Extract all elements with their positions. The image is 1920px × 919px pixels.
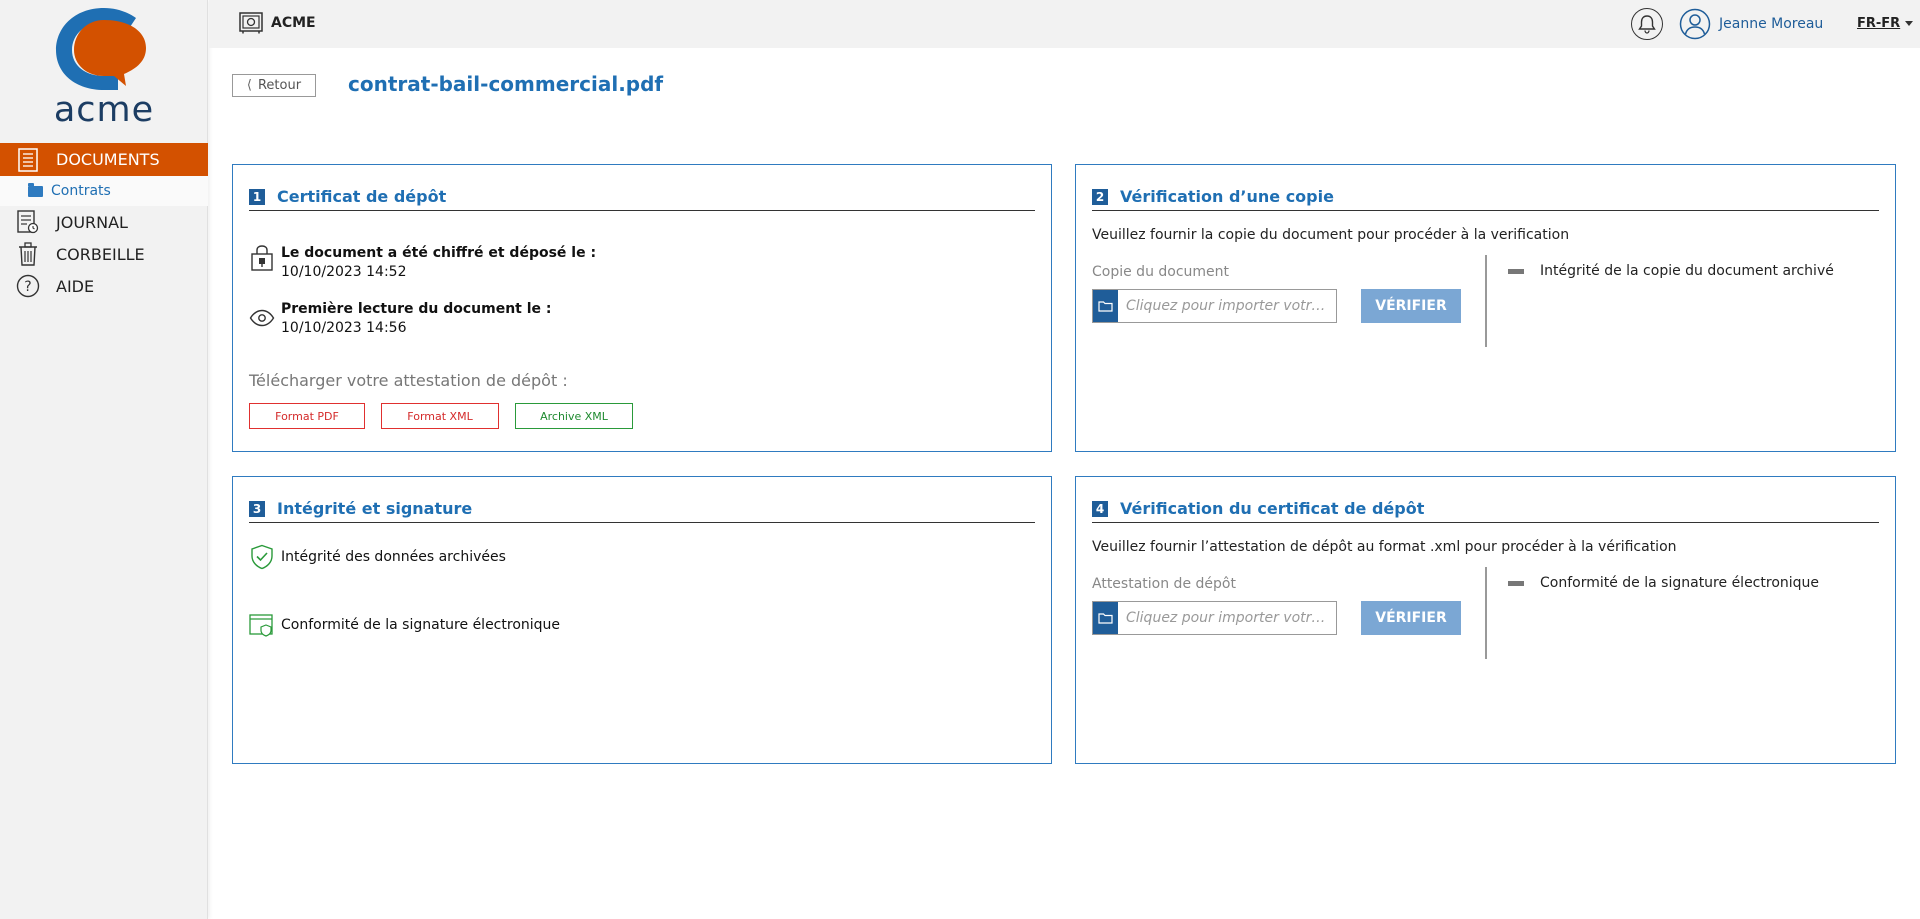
verify-copy-button[interactable]: VÉRIFIER — [1361, 289, 1461, 323]
copy-file-input[interactable]: Cliquez pour importer votre fichier — [1092, 289, 1337, 323]
signed-document-icon — [249, 612, 275, 638]
sidebar-item-corbeille[interactable]: CORBEILLE — [0, 238, 208, 270]
card-title: Vérification du certificat de dépôt — [1120, 499, 1425, 518]
sidebar-item-label: DOCUMENTS — [56, 150, 160, 169]
certificate-signature-status: Conformité de la signature électronique — [1508, 575, 1819, 591]
chevron-left-icon: ⟨ — [246, 78, 252, 93]
sidebar-item-documents[interactable]: DOCUMENTS — [0, 143, 208, 176]
certificate-file-placeholder: Cliquez pour importer votre fichier — [1126, 610, 1330, 626]
logo-text: acme — [53, 90, 155, 130]
card-header: 2 Vérification d’une copie — [1092, 183, 1879, 211]
card-header: 1 Certificat de dépôt — [249, 183, 1035, 211]
eye-icon — [249, 301, 275, 327]
deposit-date: 10/10/2023 14:52 — [281, 264, 407, 280]
download-label: Télécharger votre attestation de dépôt : — [249, 371, 568, 390]
chat-bubble-logo-icon — [56, 8, 146, 90]
card-copy-verification: 2 Vérification d’une copie Veuillez four… — [1075, 164, 1896, 452]
card-header: 3 Intégrité et signature — [249, 495, 1035, 523]
back-button[interactable]: ⟨ Retour — [232, 74, 316, 97]
folder-icon — [1093, 290, 1118, 322]
sidebar-nav: DOCUMENTS Contrats JOURNAL CORBEILLE ? A… — [0, 143, 208, 302]
data-integrity-row: Intégrité des données archivées — [249, 544, 506, 570]
pending-dash-icon — [1508, 268, 1524, 274]
sidebar-item-label: AIDE — [56, 276, 95, 296]
document-list-icon — [16, 147, 40, 172]
card-title: Intégrité et signature — [277, 499, 473, 518]
card-title: Certificat de dépôt — [277, 187, 447, 206]
caret-down-icon — [1905, 21, 1914, 26]
document-title: contrat-bail-commercial.pdf — [348, 72, 664, 96]
copy-integrity-status: Intégrité de la copie du document archiv… — [1508, 263, 1834, 279]
signature-conformity-label: Conformité de la signature électronique — [281, 617, 561, 633]
certificate-signature-label: Conformité de la signature électronique — [1540, 575, 1820, 591]
folder-icon — [28, 182, 43, 197]
brand-name: ACME — [271, 15, 316, 31]
top-bar: ACME Jeanne Moreau FR-FR — [209, 0, 1920, 48]
pending-dash-icon — [1508, 580, 1524, 586]
certificate-instruction: Veuillez fournir l’attestation de dépôt … — [1092, 539, 1677, 555]
user-avatar-icon — [1679, 8, 1711, 40]
download-xml-button[interactable]: Format XML — [381, 403, 499, 429]
bell-icon — [1638, 15, 1656, 34]
first-read-date: 10/10/2023 14:56 — [281, 320, 407, 336]
verify-certificate-button[interactable]: VÉRIFIER — [1361, 601, 1461, 635]
user-name: Jeanne Moreau — [1719, 16, 1824, 32]
data-integrity-label: Intégrité des données archivées — [281, 549, 506, 565]
sidebar-subitem-contrats[interactable]: Contrats — [0, 176, 208, 206]
help-icon: ? — [16, 274, 40, 298]
card-title: Vérification d’une copie — [1120, 187, 1334, 206]
folder-icon — [1093, 602, 1118, 634]
deposit-info: Le document a été chiffré et déposé le :… — [249, 245, 596, 280]
copy-file-placeholder: Cliquez pour importer votre fichier — [1126, 298, 1330, 314]
card-number: 3 — [249, 500, 265, 517]
certificate-file-input[interactable]: Cliquez pour importer votre fichier — [1092, 601, 1337, 635]
signature-conformity-row: Conformité de la signature électronique — [249, 612, 560, 638]
journal-icon — [16, 210, 40, 234]
deposit-label: Le document a été chiffré et déposé le : — [281, 245, 597, 261]
safe-icon — [239, 12, 263, 34]
sidebar-subitem-label: Contrats — [51, 183, 111, 199]
user-menu[interactable]: Jeanne Moreau — [1679, 8, 1823, 40]
copy-instruction: Veuillez fournir la copie du document po… — [1092, 227, 1570, 243]
sidebar-item-journal[interactable]: JOURNAL — [0, 206, 208, 238]
download-xml-archive-button[interactable]: Archive XML — [515, 403, 633, 429]
card-deposit-certificate: 1 Certificat de dépôt Le document a été … — [232, 164, 1052, 452]
sidebar-item-label: JOURNAL — [56, 212, 128, 232]
first-read-label: Première lecture du document le : — [281, 301, 552, 317]
acme-logo[interactable]: acme — [48, 6, 160, 130]
card-integrity-signature: 3 Intégrité et signature Intégrité des d… — [232, 476, 1052, 764]
card-header: 4 Vérification du certificat de dépôt — [1092, 495, 1879, 523]
vertical-divider — [1485, 567, 1487, 659]
svg-text:?: ? — [24, 279, 31, 295]
certificate-field-label: Attestation de dépôt — [1092, 576, 1236, 592]
sidebar: acme DOCUMENTS Contrats JOURNAL CORBEILL… — [0, 0, 208, 919]
language-label: FR-FR — [1857, 16, 1901, 31]
shield-check-icon — [249, 544, 275, 570]
card-certificate-verification: 4 Vérification du certificat de dépôt Ve… — [1075, 476, 1896, 764]
back-button-label: Retour — [257, 78, 302, 93]
copy-integrity-label: Intégrité de la copie du document archiv… — [1540, 263, 1834, 279]
sidebar-item-label: CORBEILLE — [56, 244, 145, 264]
card-number: 1 — [249, 188, 265, 205]
sidebar-item-aide[interactable]: ? AIDE — [0, 270, 208, 302]
lock-document-icon — [249, 245, 275, 271]
vertical-divider — [1485, 255, 1487, 347]
copy-field-label: Copie du document — [1092, 264, 1230, 280]
trash-icon — [16, 242, 40, 266]
download-pdf-button[interactable]: Format PDF — [249, 403, 365, 429]
card-number: 4 — [1092, 500, 1108, 517]
language-selector[interactable]: FR-FR — [1857, 16, 1914, 31]
first-read-info: Première lecture du document le : 10/10/… — [249, 301, 552, 336]
card-number: 2 — [1092, 188, 1108, 205]
brand: ACME — [239, 12, 316, 34]
notifications-button[interactable] — [1631, 8, 1663, 40]
